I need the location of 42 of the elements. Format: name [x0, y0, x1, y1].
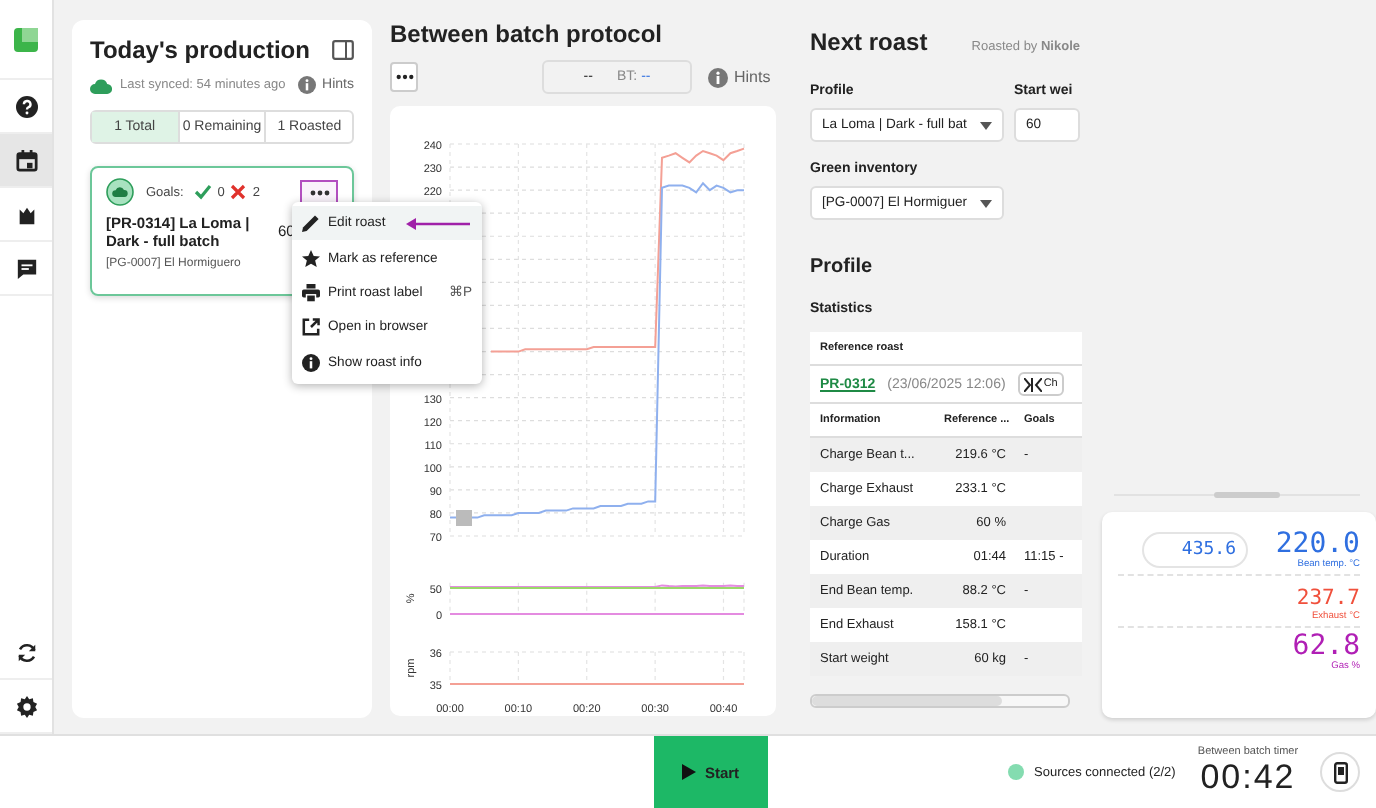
cross-icon [230, 184, 247, 200]
phone-button[interactable] [1320, 752, 1360, 793]
panel-title: Between batch protocol [390, 20, 665, 48]
readout-value: 62.8 [1292, 632, 1360, 663]
readout-value: 220.0 [1275, 530, 1360, 561]
horizontal-scrollbar[interactable] [810, 694, 1070, 708]
panel-title: Today's production [90, 36, 310, 64]
logo-icon [14, 27, 38, 51]
calendar-icon [15, 149, 37, 171]
phone-icon [1333, 761, 1347, 784]
cloud-icon [90, 77, 112, 93]
panel-title: Next roast [810, 28, 928, 56]
hints-button[interactable]: Hints [708, 67, 771, 87]
cloud-badge-icon [106, 178, 134, 206]
chat-icon [15, 257, 37, 279]
sidebar-toggle-icon[interactable] [332, 40, 354, 60]
printer-icon [302, 283, 320, 302]
value-pill: 435.6 [1142, 532, 1248, 569]
more-icon [309, 189, 329, 195]
external-link-icon [302, 318, 320, 337]
more-button[interactable] [300, 179, 338, 205]
more-icon [395, 74, 413, 80]
dropdown-caret-icon [980, 121, 992, 129]
play-icon [682, 764, 697, 781]
pencil-icon [302, 214, 320, 233]
star-icon [302, 249, 320, 268]
dropdown-caret-icon [980, 199, 992, 207]
resize-handle-icon[interactable] [456, 510, 472, 526]
info-icon [298, 76, 317, 94]
resize-handle[interactable] [1214, 492, 1280, 499]
compare-icon [1023, 377, 1042, 391]
timer-value: 00:42 [1200, 758, 1296, 799]
info-icon [708, 67, 728, 87]
sync-icon [15, 641, 37, 664]
info-icon [302, 353, 320, 372]
check-icon [193, 184, 212, 200]
settings-icon [15, 695, 37, 718]
roaster-icon [15, 203, 37, 225]
help-icon [15, 95, 37, 117]
more-button[interactable] [390, 62, 418, 92]
section-title: Profile [810, 256, 875, 278]
readout-value: 237.7 [1296, 588, 1360, 611]
